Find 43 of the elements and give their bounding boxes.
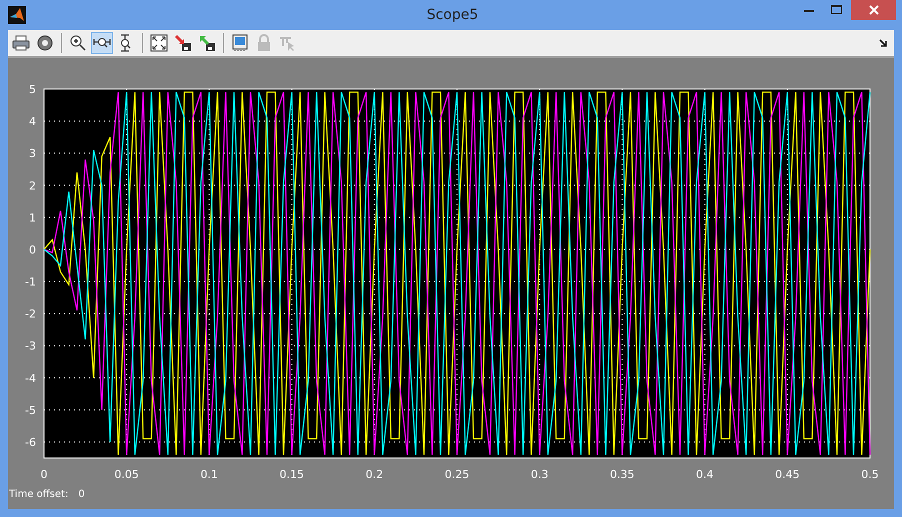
window-title: Scope5 [426,7,480,23]
zoom-in-icon [69,34,87,52]
y-tick-label: 4 [29,115,36,128]
dock-arrow-icon[interactable] [879,38,888,48]
x-tick-label: 0.2 [366,468,384,481]
close-button[interactable] [851,0,896,20]
x-tick-label: 0 [40,468,48,481]
x-tick-label: 0.25 [444,468,470,481]
y-tick-label: -2 [25,308,36,321]
y-tick-label: 0 [29,243,36,256]
cursor-icon [279,34,297,52]
x-tick-label: 0.5 [861,468,879,481]
time-offset-value: 0 [78,489,85,500]
y-tick-label: 3 [29,147,36,160]
maximize-icon [831,5,843,15]
restore-arrow-icon [198,34,216,52]
save-arrow-icon [174,34,192,52]
y-tick-label: -6 [25,436,36,449]
monitor-icon [231,34,249,52]
x-tick-label: 0.1 [200,468,218,481]
y-tick-label: -4 [25,372,36,385]
printer-icon [12,34,30,52]
y-tick-label: 2 [29,179,36,192]
x-tick-label: 0.05 [114,468,139,481]
y-tick-label: 1 [29,211,36,224]
y-tick-label: -1 [25,276,36,289]
y-tick-label: 5 [29,83,36,96]
x-tick-label: 0.3 [530,468,548,481]
time-offset-label: Time offset: [9,489,68,500]
saveaxes-button[interactable] [172,32,194,54]
autoscale-button[interactable] [148,32,170,54]
y-tick-label: -5 [25,404,36,417]
zoomx-button[interactable] [91,32,113,54]
expand-icon [150,34,168,52]
settings-icon [36,34,54,52]
x-tick-label: 0.35 [610,468,634,481]
lock-icon [255,34,273,52]
x-tick-label: 0.4 [696,468,714,481]
x-tick-label: 0.15 [280,468,304,481]
close-icon [868,5,878,15]
x-tick-label: 0.45 [775,468,800,481]
y-tick-label: -3 [25,340,36,353]
app-logo-icon [8,6,26,24]
